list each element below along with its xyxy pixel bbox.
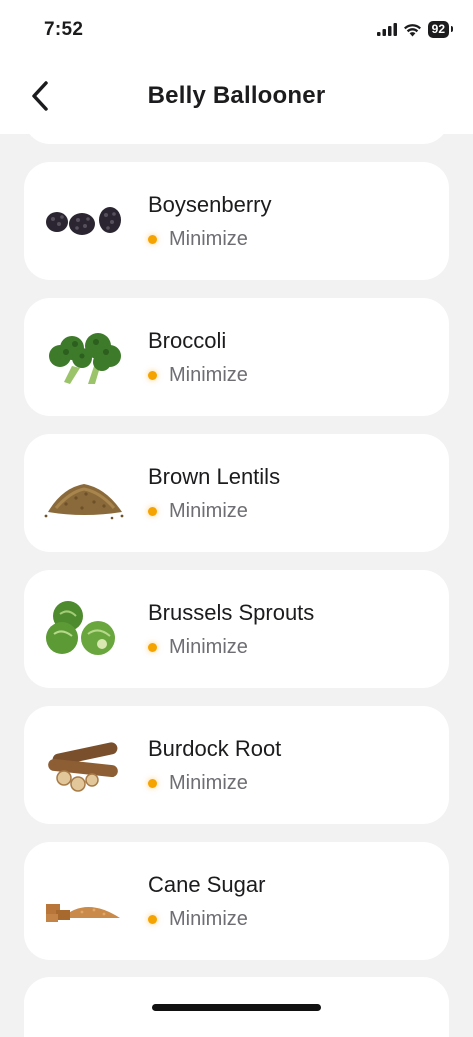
cellular-signal-icon bbox=[376, 23, 397, 36]
brussels-sprouts-image bbox=[46, 601, 115, 655]
rating-label: Minimize bbox=[169, 364, 248, 386]
rating-row: Minimize bbox=[148, 908, 248, 931]
rating-dot-icon bbox=[148, 235, 157, 244]
status-icons: 92 bbox=[376, 21, 454, 38]
list-item[interactable]: Brown Lentils Minimize bbox=[24, 434, 449, 552]
status-bar: 7:52 92 bbox=[0, 0, 473, 60]
rating-row: Minimize bbox=[148, 364, 248, 387]
rating-row: Minimize bbox=[148, 500, 248, 523]
battery-indicator: 92 bbox=[427, 21, 454, 38]
page-title: Belly Ballooner bbox=[147, 82, 326, 109]
list-item[interactable]: Brussels Sprouts Minimize bbox=[24, 570, 449, 688]
boysenberry-image bbox=[46, 207, 121, 235]
rating-label: Minimize bbox=[169, 908, 248, 930]
item-name: Brown Lentils bbox=[148, 464, 281, 489]
item-name: Broccoli bbox=[148, 328, 227, 353]
home-indicator[interactable] bbox=[152, 1004, 321, 1011]
wifi-icon bbox=[403, 23, 421, 36]
item-name: Cane Sugar bbox=[148, 872, 266, 897]
cane-sugar-image bbox=[46, 904, 120, 922]
broccoli-image bbox=[49, 333, 121, 384]
rating-row: Minimize bbox=[148, 772, 248, 795]
rating-dot-icon bbox=[148, 371, 157, 380]
rating-dot-icon bbox=[148, 507, 157, 516]
rating-dot-icon bbox=[148, 643, 157, 652]
item-name: Burdock Root bbox=[148, 736, 282, 761]
rating-label: Minimize bbox=[169, 228, 248, 250]
rating-label: Minimize bbox=[169, 500, 248, 522]
list-item[interactable]: Burdock Root Minimize bbox=[24, 706, 449, 824]
rating-dot-icon bbox=[148, 915, 157, 924]
item-name: Boysenberry bbox=[148, 192, 272, 217]
item-name: Brussels Sprouts bbox=[148, 600, 315, 625]
rating-row: Minimize bbox=[148, 228, 248, 251]
list-item[interactable]: Cane Sugar Minimize bbox=[24, 842, 449, 960]
rating-dot-icon bbox=[148, 779, 157, 788]
burdock-root-image bbox=[48, 742, 118, 792]
rating-row: Minimize bbox=[148, 636, 248, 659]
list-item[interactable]: Broccoli Minimize bbox=[24, 298, 449, 416]
navigation-bar: Belly Ballooner bbox=[0, 60, 473, 134]
rating-label: Minimize bbox=[169, 636, 248, 658]
brown-lentils-image bbox=[44, 484, 124, 520]
rating-label: Minimize bbox=[169, 772, 248, 794]
status-time: 7:52 bbox=[44, 19, 84, 40]
list-item[interactable]: Boysenberry Minimize bbox=[24, 162, 449, 280]
